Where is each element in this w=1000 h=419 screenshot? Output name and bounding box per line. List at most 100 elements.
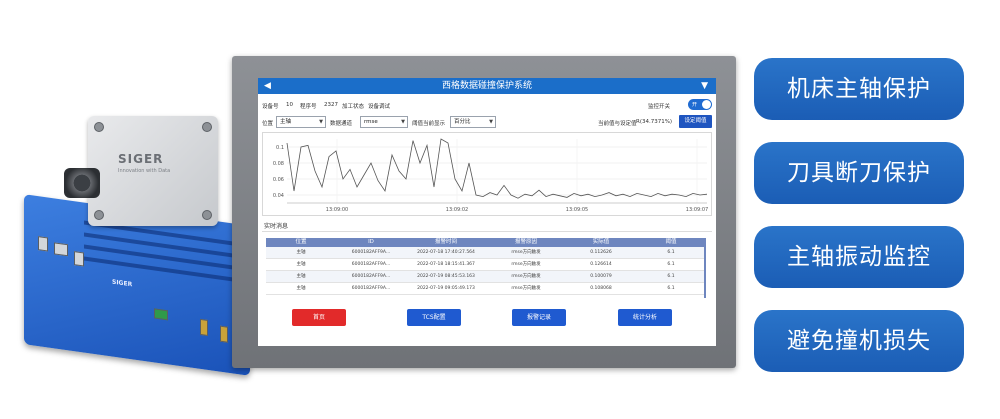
table-header-cell: ID [368,239,374,245]
table-scrollbar[interactable] [704,238,706,298]
table-row[interactable]: 主轴 6000182AFF9A... 2022-07-18 17:40:27.564… [266,247,706,259]
statistics-button[interactable]: 统计分析 [618,309,672,326]
feature-pill-tool-break-protection: 刀具断刀保护 [754,142,964,204]
table-header-cell: 阈值 [665,239,677,245]
x-tick-label: 13:09:02 [446,207,468,213]
y-tick-label: 0.08 [273,161,284,167]
position-label: 位置 [262,121,274,127]
threshold-display-label: 阈值当前显示 [412,121,446,127]
table-cell: 6000182AFF9A... [351,250,391,255]
x-tick-label: 13:09:07 [686,207,708,213]
threshold-display-value: 百分比 [454,119,471,125]
sensor-slogan: Innovation with Data [118,168,171,174]
ratio-value: R(34.7371%) [636,119,673,125]
table-header-cell: 报警时间 [434,239,457,245]
table-cell: 主轴 [296,286,306,291]
table-cell: 0.100079 [590,274,612,279]
app-screen: ◀ 西格数据碰撞保护系统 ▼ 设备号 10 程序号 2327 加工状态 设备调试… [258,78,716,346]
table-body: 主轴 6000182AFF9A... 2022-07-18 17:40:27.564… [266,247,706,295]
feature-pill-spindle-vibration: 主轴振动监控 [754,226,964,288]
table-cell: 6000182AFF9A... [351,262,391,267]
table-cell: rmse方向触发 [511,250,541,255]
channel-select[interactable]: rmse ▼ [360,116,408,128]
table-cell: rmse方向触发 [511,262,541,267]
box-brand-label: SIGER [112,278,133,289]
table-cell: 主轴 [296,250,306,255]
terminal-block [154,308,168,321]
sensor-connector [64,168,100,198]
filter-row: 位置 主轴 ▼ 数据通道 rmse ▼ 阈值当前显示 百分比 ▼ 当前值与设定值… [262,115,712,129]
table-cell: 0.126614 [590,262,612,267]
table-cell: 6.1 [667,274,675,279]
status-row: 设备号 10 程序号 2327 加工状态 设备调试 监控开关 开 [262,99,712,111]
table-cell: 2022-07-19 09:05:49.173 [417,286,475,291]
app-title: 西格数据碰撞保护系统 [441,81,532,91]
table-cell: 0.112626 [590,250,612,255]
ethernet-port [54,242,68,257]
position-select[interactable]: 主轴 ▼ [276,116,326,128]
table-cell: 2022-07-18 17:40:27.564 [417,250,475,255]
table-header-cell: 报警原因 [514,239,537,245]
hardware-illustration: SIGER SIGER Innovation with Data [0,0,250,419]
table-cell: 6.1 [667,262,675,267]
table-cell: 2022-07-19 08:45:53.163 [417,274,475,279]
program-value: 2327 [324,102,338,108]
table-header-cell: 位置 [295,239,307,245]
table-row[interactable]: 主轴 6000182AFF9A... 2022-07-19 09:05:49.173… [266,283,706,295]
table-row[interactable]: 主轴 6000182AFF9A... 2022-07-19 08:45:53.163… [266,271,706,283]
screw-icon [94,122,104,132]
table-row[interactable]: 主轴 6000182AFF9A... 2022-07-18 18:15:41.367… [266,259,706,271]
device-label: 设备号 [262,104,279,110]
y-tick-label: 0.06 [273,177,284,183]
toggle-on-text: 开 [692,102,698,108]
monitor-switch-toggle[interactable]: 开 [688,99,712,110]
toggle-knob [702,100,711,109]
table-cell: 6.1 [667,250,675,255]
state-label: 加工状态 [342,104,365,110]
table-cell: 6000182AFF9A... [351,286,391,291]
menu-dropdown-icon[interactable]: ▼ [701,78,708,94]
monitor: ◀ 西格数据碰撞保护系统 ▼ 设备号 10 程序号 2327 加工状态 设备调试… [232,56,736,368]
feature-pill-collision-avoidance: 避免撞机损失 [754,310,964,372]
alarm-records-button[interactable]: 报警记录 [512,309,566,326]
feature-pill-spindle-protection: 机床主轴保护 [754,58,964,120]
home-button[interactable]: 首页 [292,309,346,326]
position-select-value: 主轴 [280,119,292,125]
channel-select-value: rmse [364,119,378,125]
screw-icon [202,210,212,220]
chevron-down-icon: ▼ [401,119,405,125]
table-cell: rmse方向触发 [511,286,541,291]
monitor-switch-label: 监控开关 [648,104,671,110]
antenna-connector [200,318,208,336]
antenna-connector [220,325,228,343]
tcs-config-button[interactable]: TCS配置 [407,309,461,326]
table-cell: 6000182AFF9A... [351,274,391,279]
sensor-brand: SIGER [118,152,164,166]
channel-label: 数据通道 [330,121,353,127]
x-tick-label: 13:09:00 [326,207,348,213]
table-header-cell: 实际值 [592,239,610,245]
y-tick-label: 0.04 [273,193,284,199]
vibration-sensor: SIGER Innovation with Data [88,116,218,226]
heat-sink-fin [84,256,244,284]
alarm-table: 位置 ID 报警时间 报警原因 实际值 阈值 主轴 6000182AFF9A... 2022-… [266,238,706,295]
table-cell: 主轴 [296,262,306,267]
y-tick-label: 0.1 [276,145,284,151]
screw-icon [94,210,104,220]
table-cell: rmse方向触发 [511,274,541,279]
usb-port [38,236,48,252]
table-cell: 0.108068 [590,286,612,291]
table-header: 位置 ID 报警时间 报警原因 实际值 阈值 [266,238,706,247]
device-value: 10 [286,102,293,108]
threshold-display-select[interactable]: 百分比 ▼ [450,116,496,128]
divider [262,231,712,232]
title-bar: ◀ 西格数据碰撞保护系统 ▼ [258,78,716,94]
ratio-label: 当前值与设定值 [598,121,637,127]
table-cell: 2022-07-18 18:15:41.367 [417,262,475,267]
usb-port [74,251,84,267]
realtime-messages-title: 实时消息 [264,223,289,230]
back-arrow-icon[interactable]: ◀ [264,78,271,94]
rmse-line-chart: 0.1 0.08 0.06 0.04 13:09:00 13:09:02 13:09:05 1… [262,132,712,216]
set-threshold-button[interactable]: 设定阈值 [679,115,712,128]
chevron-down-icon: ▼ [489,119,493,125]
